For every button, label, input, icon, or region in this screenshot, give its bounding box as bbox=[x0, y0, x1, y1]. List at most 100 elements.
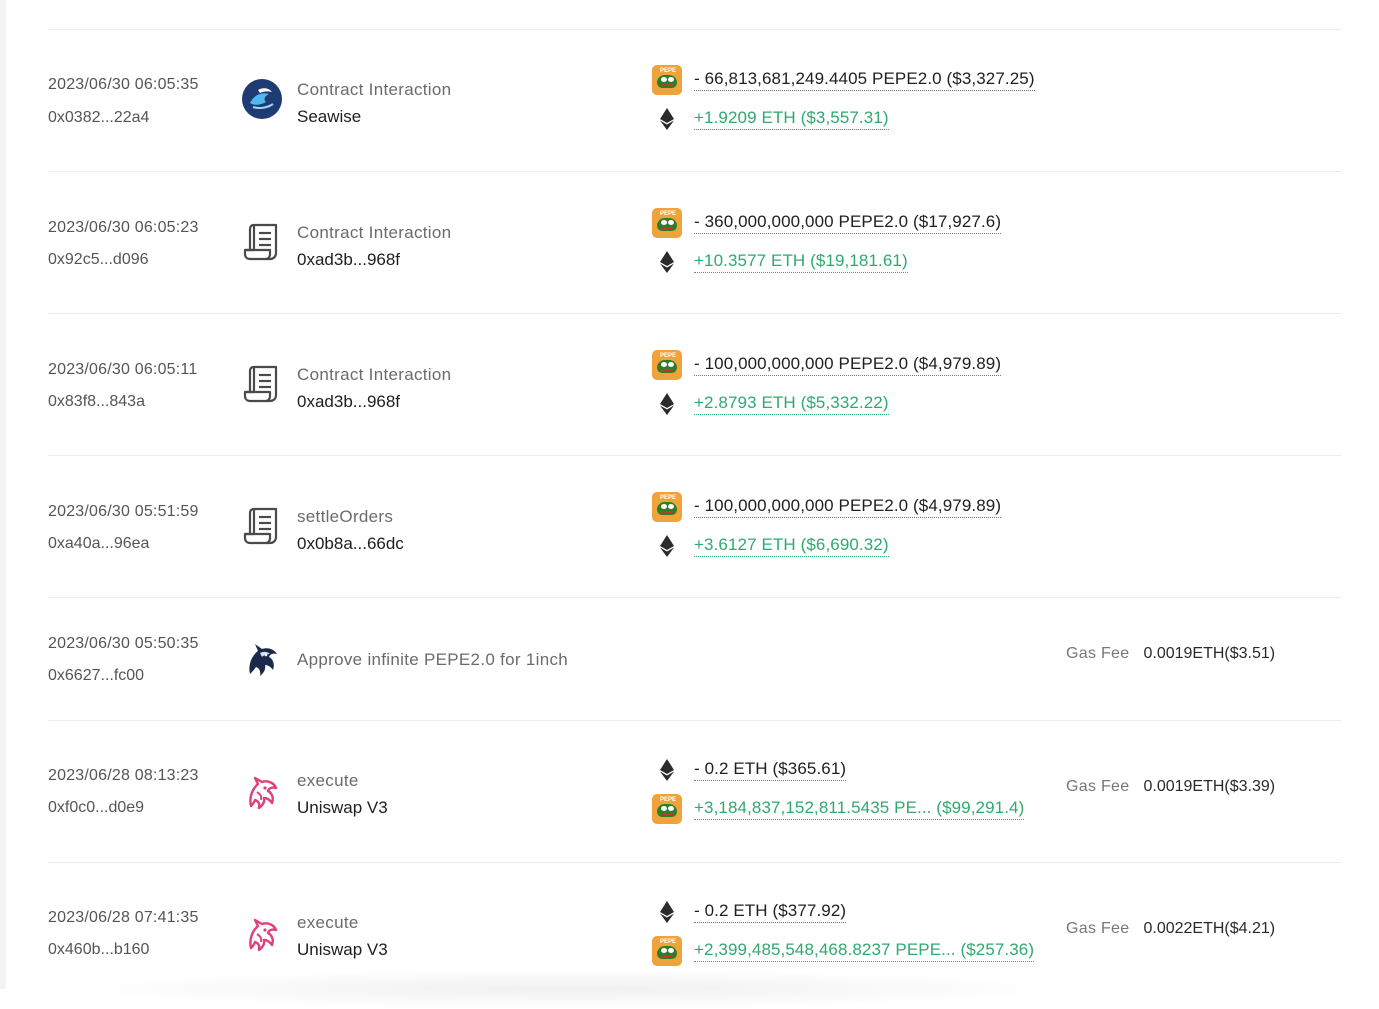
gas-fee-column: Gas Fee 0.0019ETH($3.39) bbox=[1066, 721, 1326, 862]
transaction-row[interactable]: 2023/06/30 05:50:35 0x6627...fc00 Approv… bbox=[48, 598, 1341, 721]
operation-title: Contract Interaction bbox=[297, 80, 452, 99]
pepe-icon: PEPE bbox=[652, 492, 682, 522]
amount-link[interactable]: +3,184,837,152,811.5435 PE... ($99,291.4… bbox=[694, 798, 1025, 820]
gas-fee-value: 0.0019ETH($3.39) bbox=[1143, 778, 1276, 795]
amount-line: - 0.2 ETH ($365.61) bbox=[652, 755, 847, 785]
contract-address-link[interactable]: 0xad3b...968f bbox=[297, 250, 400, 270]
uniswap-unicorn-icon bbox=[240, 913, 284, 957]
tx-time: 2023/06/30 06:05:23 bbox=[48, 219, 199, 236]
time-column: 2023/06/30 05:50:35 0x6627...fc00 bbox=[48, 598, 238, 720]
pepe-icon: PEPE bbox=[652, 936, 682, 966]
amount-line: PEPE +3,184,837,152,811.5435 PE... ($99,… bbox=[652, 794, 1025, 824]
eth-icon bbox=[652, 104, 682, 134]
operation-column: Contract Interaction 0xad3b...968f bbox=[240, 172, 640, 313]
amount-link[interactable]: - 360,000,000,000 PEPE2.0 ($17,927.6) bbox=[694, 212, 1002, 234]
seawise-logo-icon bbox=[240, 77, 284, 121]
eth-icon bbox=[652, 755, 682, 785]
time-column: 2023/06/30 06:05:23 0x92c5...d096 bbox=[48, 172, 238, 313]
gas-fee-label: Gas Fee bbox=[1066, 778, 1130, 795]
time-column: 2023/06/30 05:51:59 0xa40a...96ea bbox=[48, 456, 238, 597]
transaction-row[interactable]: 2023/06/28 08:13:23 0xf0c0...d0e9 execut… bbox=[48, 721, 1341, 863]
tx-time: 2023/06/28 07:41:35 bbox=[48, 909, 199, 926]
operation-title: execute bbox=[297, 913, 359, 932]
contract-scroll-icon bbox=[240, 362, 284, 406]
amount-link[interactable]: +2,399,485,548,468.8237 PEPE... ($257.36… bbox=[694, 940, 1035, 962]
contract-address-link[interactable]: 0x0b8a...66dc bbox=[297, 534, 404, 554]
transaction-row[interactable]: 2023/06/30 06:05:11 0x83f8...843a Contra… bbox=[48, 314, 1341, 456]
amount-line: +10.3577 ETH ($19,181.61) bbox=[652, 247, 908, 277]
transaction-list: 2023/06/30 06:05:35 0x0382...22a4 Contra… bbox=[0, 30, 1379, 1004]
tx-time: 2023/06/30 06:05:35 bbox=[48, 76, 199, 93]
tx-time: 2023/06/28 08:13:23 bbox=[48, 767, 199, 784]
amount-line: PEPE +2,399,485,548,468.8237 PEPE... ($2… bbox=[652, 936, 1035, 966]
contract-name-link[interactable]: Seawise bbox=[297, 107, 361, 127]
amount-link[interactable]: - 0.2 ETH ($377.92) bbox=[694, 901, 847, 923]
contract-address-link[interactable]: 0xad3b...968f bbox=[297, 392, 400, 412]
1inch-unicorn-icon bbox=[240, 638, 284, 682]
amount-line: PEPE - 100,000,000,000 PEPE2.0 ($4,979.8… bbox=[652, 492, 1002, 522]
gas-fee-column: Gas Fee 0.0022ETH($4.21) bbox=[1066, 863, 1326, 1004]
amount-link[interactable]: - 66,813,681,249.4405 PEPE2.0 ($3,327.25… bbox=[694, 69, 1035, 91]
tx-hash-link[interactable]: 0x83f8...843a bbox=[48, 393, 145, 411]
operation-title: execute bbox=[297, 771, 359, 790]
amount-line: - 0.2 ETH ($377.92) bbox=[652, 897, 847, 927]
amount-link[interactable]: - 0.2 ETH ($365.61) bbox=[694, 759, 847, 781]
contract-scroll-icon bbox=[240, 220, 284, 264]
transaction-row[interactable]: 2023/06/30 06:05:23 0x92c5...d096 Contra… bbox=[48, 172, 1341, 314]
amount-column: - 0.2 ETH ($365.61) PEPE +3,184,837,152,… bbox=[652, 721, 1082, 862]
eth-icon bbox=[652, 389, 682, 419]
amount-line: +1.9209 ETH ($3,557.31) bbox=[652, 104, 889, 134]
tx-hash-link[interactable]: 0x92c5...d096 bbox=[48, 251, 149, 269]
tx-hash-link[interactable]: 0x0382...22a4 bbox=[48, 109, 149, 127]
pepe-icon: PEPE bbox=[652, 794, 682, 824]
amount-line: +2.8793 ETH ($5,332.22) bbox=[652, 389, 889, 419]
tx-time: 2023/06/30 05:51:59 bbox=[48, 503, 199, 520]
eth-icon bbox=[652, 247, 682, 277]
tx-hash-link[interactable]: 0x460b...b160 bbox=[48, 941, 149, 959]
pepe-icon: PEPE bbox=[652, 208, 682, 238]
time-column: 2023/06/28 08:13:23 0xf0c0...d0e9 bbox=[48, 721, 238, 862]
tx-hash-link[interactable]: 0xa40a...96ea bbox=[48, 535, 149, 553]
gas-fee: Gas Fee 0.0022ETH($4.21) bbox=[1066, 920, 1275, 938]
amount-link[interactable]: +1.9209 ETH ($3,557.31) bbox=[694, 108, 889, 130]
operation-column: Approve infinite PEPE2.0 for 1inch bbox=[240, 598, 640, 720]
gas-fee-label: Gas Fee bbox=[1066, 920, 1130, 937]
transaction-row[interactable]: 2023/06/30 06:05:35 0x0382...22a4 Contra… bbox=[48, 30, 1341, 172]
gas-fee-label: Gas Fee bbox=[1066, 645, 1130, 662]
amount-column: PEPE - 360,000,000,000 PEPE2.0 ($17,927.… bbox=[652, 172, 1082, 313]
tx-hash-link[interactable]: 0xf0c0...d0e9 bbox=[48, 799, 144, 817]
amount-link[interactable]: - 100,000,000,000 PEPE2.0 ($4,979.89) bbox=[694, 354, 1002, 376]
pepe-icon: PEPE bbox=[652, 350, 682, 380]
bottom-shadow bbox=[60, 969, 1079, 1009]
eth-icon bbox=[652, 897, 682, 927]
gas-fee: Gas Fee 0.0019ETH($3.39) bbox=[1066, 778, 1275, 796]
amount-link[interactable]: +2.8793 ETH ($5,332.22) bbox=[694, 393, 889, 415]
amount-column: PEPE - 66,813,681,249.4405 PEPE2.0 ($3,3… bbox=[652, 30, 1082, 171]
tx-hash-link[interactable]: 0x6627...fc00 bbox=[48, 667, 144, 685]
operation-title: Contract Interaction bbox=[297, 223, 452, 242]
contract-scroll-icon bbox=[240, 504, 284, 548]
operation-column: settleOrders 0x0b8a...66dc bbox=[240, 456, 640, 597]
tx-time: 2023/06/30 05:50:35 bbox=[48, 635, 199, 652]
protocol-name-link[interactable]: Uniswap V3 bbox=[297, 798, 388, 818]
tx-time: 2023/06/30 06:05:11 bbox=[48, 361, 198, 378]
amount-link[interactable]: +10.3577 ETH ($19,181.61) bbox=[694, 251, 908, 273]
gas-fee-column: Gas Fee 0.0019ETH($3.51) bbox=[1066, 598, 1326, 720]
amount-line: PEPE - 66,813,681,249.4405 PEPE2.0 ($3,3… bbox=[652, 65, 1035, 95]
protocol-name-link[interactable]: Uniswap V3 bbox=[297, 940, 388, 960]
uniswap-unicorn-icon bbox=[240, 771, 284, 815]
operation-column: Contract Interaction 0xad3b...968f bbox=[240, 314, 640, 455]
amount-line: +3.6127 ETH ($6,690.32) bbox=[652, 531, 889, 561]
transaction-row[interactable]: 2023/06/30 05:51:59 0xa40a...96ea settle… bbox=[48, 456, 1341, 598]
amount-line: PEPE - 100,000,000,000 PEPE2.0 ($4,979.8… bbox=[652, 350, 1002, 380]
amount-link[interactable]: - 100,000,000,000 PEPE2.0 ($4,979.89) bbox=[694, 496, 1002, 518]
gas-fee: Gas Fee 0.0019ETH($3.51) bbox=[1066, 645, 1275, 663]
operation-column: execute Uniswap V3 bbox=[240, 721, 640, 862]
amount-line: PEPE - 360,000,000,000 PEPE2.0 ($17,927.… bbox=[652, 208, 1002, 238]
eth-icon bbox=[652, 531, 682, 561]
amount-link[interactable]: +3.6127 ETH ($6,690.32) bbox=[694, 535, 889, 557]
gas-fee-value: 0.0022ETH($4.21) bbox=[1143, 920, 1276, 937]
time-column: 2023/06/30 06:05:11 0x83f8...843a bbox=[48, 314, 238, 455]
operation-column: Contract Interaction Seawise bbox=[240, 30, 640, 171]
operation-title: Contract Interaction bbox=[297, 365, 452, 384]
